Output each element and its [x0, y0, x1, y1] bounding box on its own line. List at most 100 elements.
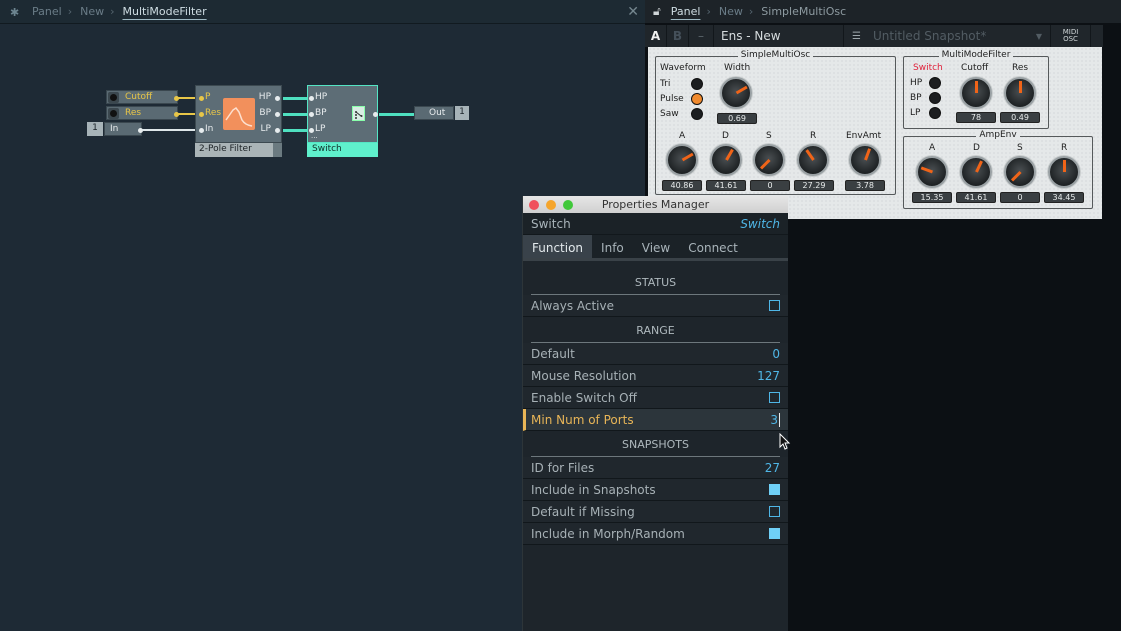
- env-a-knob[interactable]: [666, 144, 698, 176]
- amp-s-knob[interactable]: [1004, 156, 1036, 188]
- include-in-snapshots-checkbox[interactable]: [769, 484, 780, 495]
- env-s-knob[interactable]: [753, 144, 785, 176]
- cutoff-knob[interactable]: [960, 77, 992, 109]
- breadcrumb-multimodefilter[interactable]: MultiModeFilter: [123, 5, 207, 18]
- env-s-value[interactable]: 0: [750, 180, 790, 191]
- default-row[interactable]: Default 0: [523, 343, 788, 365]
- waveform-tri-radio[interactable]: [691, 78, 703, 90]
- mode-lp-radio[interactable]: [929, 107, 941, 119]
- minimize-window-button[interactable]: [546, 200, 556, 210]
- amp-d-knob[interactable]: [960, 156, 992, 188]
- breadcrumb-simplemultiosc[interactable]: SimpleMultiOsc: [761, 5, 846, 18]
- filter-menu-handle[interactable]: [273, 143, 282, 157]
- minus-button[interactable]: –: [689, 25, 714, 47]
- breadcrumb-new[interactable]: New: [80, 5, 104, 18]
- chevron-right-icon: ›: [110, 5, 115, 18]
- ensemble-name[interactable]: Ens - New: [714, 25, 844, 47]
- midi-osc-indicator[interactable]: MIDI OSC: [1051, 25, 1091, 47]
- default-value[interactable]: 0: [772, 347, 780, 361]
- hp-in-port[interactable]: [309, 96, 314, 101]
- mode-hp-radio[interactable]: [929, 77, 941, 89]
- snapshot-select[interactable]: ☰ Untitled Snapshot* ▼: [844, 25, 1051, 47]
- default-if-missing-checkbox[interactable]: [769, 506, 780, 517]
- mode-label: HP: [910, 78, 923, 88]
- filter-curve-icon: [223, 98, 255, 130]
- amp-r-knob[interactable]: [1048, 156, 1080, 188]
- view-b-button[interactable]: B: [667, 25, 689, 47]
- always-active-row[interactable]: Always Active: [523, 295, 788, 317]
- id-for-files-row[interactable]: ID for Files 27: [523, 457, 788, 479]
- env-d-knob[interactable]: [710, 144, 742, 176]
- breadcrumb-new[interactable]: New: [719, 5, 743, 18]
- env-amt-knob[interactable]: [849, 144, 881, 176]
- port-label: HP: [258, 92, 271, 102]
- audio-in-module[interactable]: In: [104, 122, 142, 136]
- amp-r-value[interactable]: 34.45: [1044, 192, 1084, 203]
- include-in-morph-row[interactable]: Include in Morph/Random: [523, 523, 788, 545]
- close-icon[interactable]: ✕: [627, 4, 639, 20]
- wire-lp: [283, 129, 309, 132]
- hp-out-port[interactable]: [275, 96, 280, 101]
- min-num-ports-input[interactable]: 3: [770, 412, 780, 427]
- amp-d-value[interactable]: 41.61: [956, 192, 996, 203]
- tab-view[interactable]: View: [633, 235, 679, 258]
- enable-switch-off-checkbox[interactable]: [769, 392, 780, 403]
- bp-out-port[interactable]: [275, 112, 280, 117]
- env-a-value[interactable]: 40.86: [662, 180, 702, 191]
- always-active-checkbox[interactable]: [769, 300, 780, 311]
- breadcrumb-panel[interactable]: Panel: [32, 5, 62, 18]
- module-name[interactable]: Switch: [740, 217, 780, 231]
- default-if-missing-row[interactable]: Default if Missing: [523, 501, 788, 523]
- res-knob[interactable]: [1004, 77, 1036, 109]
- switch-icon: [352, 106, 365, 121]
- cutoff-knob-module[interactable]: Cutoff: [106, 90, 178, 104]
- unlock-icon[interactable]: 🔓︎: [653, 4, 661, 19]
- chevron-right-icon: ›: [67, 5, 73, 18]
- tab-connect[interactable]: Connect: [679, 235, 747, 258]
- switch-module[interactable]: HP BP LP ...: [307, 85, 378, 143]
- width-knob[interactable]: [720, 77, 752, 109]
- id-for-files-value[interactable]: 27: [765, 461, 780, 475]
- zoom-window-button[interactable]: [563, 200, 573, 210]
- env-r-knob[interactable]: [797, 144, 829, 176]
- mouse-resolution-row[interactable]: Mouse Resolution 127: [523, 365, 788, 387]
- env-r-value[interactable]: 27.29: [794, 180, 834, 191]
- width-value[interactable]: 0.69: [717, 113, 757, 124]
- waveform-saw-radio[interactable]: [691, 108, 703, 120]
- env-d-value[interactable]: 41.61: [706, 180, 746, 191]
- min-num-ports-row[interactable]: Min Num of Ports 3: [523, 409, 788, 431]
- audio-out-module[interactable]: Out: [414, 106, 454, 120]
- in-in-port[interactable]: [199, 128, 204, 133]
- p-in-port[interactable]: [199, 96, 204, 101]
- bug-icon[interactable]: ✱: [10, 6, 22, 19]
- lp-out-port[interactable]: [275, 128, 280, 133]
- res-in-port[interactable]: [199, 112, 204, 117]
- res-knob-module[interactable]: Res: [106, 106, 178, 120]
- amp-a-knob[interactable]: [916, 156, 948, 188]
- view-a-button[interactable]: A: [645, 25, 667, 47]
- bp-in-port[interactable]: [309, 112, 314, 117]
- waveform-option-label: Saw: [660, 109, 679, 119]
- enable-switch-off-row[interactable]: Enable Switch Off: [523, 387, 788, 409]
- osc-label: OSC: [1063, 35, 1078, 43]
- group-title: MultiModeFilter: [938, 50, 1014, 60]
- amp-s-value[interactable]: 0: [1000, 192, 1040, 203]
- tab-function[interactable]: Function: [523, 235, 593, 258]
- module-type-label: Switch: [531, 216, 571, 231]
- filter-module[interactable]: P Res In HP BP LP: [195, 85, 282, 143]
- row-label: Include in Snapshots: [531, 482, 656, 497]
- mode-bp-radio[interactable]: [929, 92, 941, 104]
- waveform-pulse-radio[interactable]: [691, 93, 703, 105]
- breadcrumb-panel[interactable]: Panel: [671, 5, 701, 18]
- switch-out-port[interactable]: [373, 112, 378, 117]
- mouse-resolution-value[interactable]: 127: [757, 369, 780, 383]
- cutoff-value[interactable]: 78: [956, 112, 996, 123]
- include-in-morph-checkbox[interactable]: [769, 528, 780, 539]
- window-titlebar[interactable]: Properties Manager: [523, 196, 788, 213]
- res-value[interactable]: 0.49: [1000, 112, 1040, 123]
- close-window-button[interactable]: [529, 200, 539, 210]
- include-in-snapshots-row[interactable]: Include in Snapshots: [523, 479, 788, 501]
- env-amt-value[interactable]: 3.78: [845, 180, 885, 191]
- amp-a-value[interactable]: 15.35: [912, 192, 952, 203]
- tab-info[interactable]: Info: [592, 235, 633, 258]
